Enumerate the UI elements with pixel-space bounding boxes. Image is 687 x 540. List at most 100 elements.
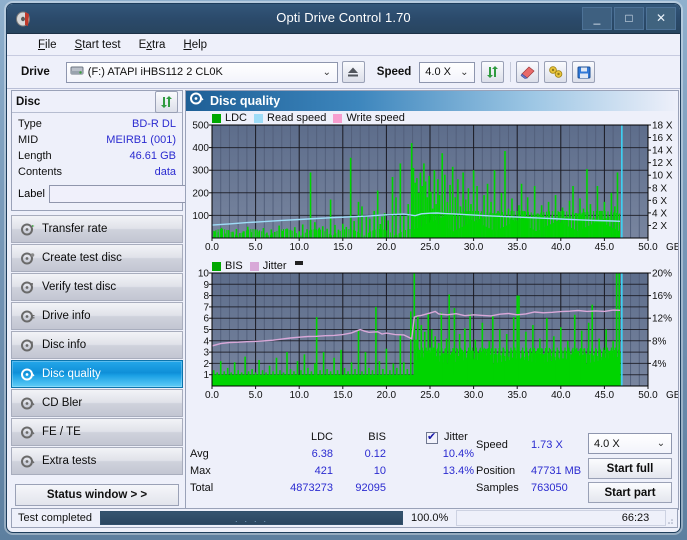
svg-text:5: 5 <box>203 325 209 336</box>
status-message: Test completed <box>18 512 92 524</box>
svg-text:2: 2 <box>203 359 209 370</box>
stats-header-ldc: LDC <box>293 431 333 443</box>
stats-speed-select[interactable]: 4.0 X ⌄ <box>588 433 672 454</box>
eject-button[interactable] <box>342 61 365 83</box>
panel-header: Disc quality <box>186 91 678 111</box>
svg-text:30.0: 30.0 <box>464 242 484 253</box>
sidebar-item-label: Transfer rate <box>42 223 107 235</box>
svg-text:12%: 12% <box>652 314 672 325</box>
svg-text:25.0: 25.0 <box>420 242 440 253</box>
chevron-down-icon: ⌄ <box>458 67 470 78</box>
stats-row-label-total: Total <box>190 482 213 494</box>
sidebar-item-fe-te[interactable]: FE / TE <box>11 418 183 446</box>
erase-button[interactable] <box>516 61 539 83</box>
sidebar-item-cd-bler[interactable]: CD Bler <box>11 389 183 417</box>
jitter-checkbox[interactable] <box>426 432 438 444</box>
top-chart-plot[interactable]: 1002003004005002 X4 X6 X8 X10 X12 X14 X1… <box>186 111 678 256</box>
status-window-button[interactable]: Status window > > <box>15 484 179 506</box>
disc-length-label: Length <box>18 148 80 164</box>
svg-text:40.0: 40.0 <box>551 242 571 253</box>
stats-avg-jitter: 10.4% <box>426 448 474 460</box>
disc-quality-icon <box>18 368 38 381</box>
menu-extra[interactable]: Extra <box>130 37 175 53</box>
svg-text:4%: 4% <box>652 359 667 370</box>
disc-box-title: Disc <box>16 96 155 108</box>
menu-help[interactable]: Help <box>174 37 216 53</box>
stats-avg-bis: 0.12 <box>346 448 386 460</box>
sidebar-item-label: Disc info <box>42 339 86 351</box>
stats-samples-value: 763050 <box>531 482 568 494</box>
disc-contents-label: Contents <box>18 164 80 180</box>
svg-text:10: 10 <box>198 269 210 280</box>
maximize-button[interactable]: □ <box>614 7 644 30</box>
start-full-button[interactable]: Start full <box>588 458 672 479</box>
menu-start-test[interactable]: Start test <box>66 37 130 53</box>
svg-text:4: 4 <box>203 336 209 347</box>
disc-burn-icon <box>18 252 38 265</box>
left-panel: Disc Type BD-R DL MID MEIRB1 (001) <box>11 90 183 510</box>
svg-text:10 X: 10 X <box>652 171 673 182</box>
disc-quality-icon <box>190 92 204 110</box>
chevron-down-icon: ⌄ <box>321 67 333 78</box>
eject-icon <box>346 66 360 78</box>
disc-test-icon <box>18 223 38 236</box>
progress-percent: 100.0% <box>411 512 448 524</box>
panel-title: Disc quality <box>210 94 280 108</box>
disc-refresh-button[interactable] <box>155 91 178 113</box>
disc-properties: Type BD-R DL MID MEIRB1 (001) Length 46.… <box>12 113 182 210</box>
save-button[interactable] <box>572 61 595 83</box>
minimize-button[interactable]: _ <box>582 7 612 30</box>
sidebar-item-drive-info[interactable]: Drive info <box>11 302 183 330</box>
svg-text:1: 1 <box>203 370 209 381</box>
sidebar-item-verify-test-disc[interactable]: Verify test disc <box>11 273 183 301</box>
refresh-icon <box>159 95 174 109</box>
hdd-icon <box>70 65 84 80</box>
stats-speed-select-value: 4.0 X <box>594 438 620 450</box>
statistics-panel: LDC BIS Jitter Avg 6.38 0.12 10.4% Max 4… <box>186 429 678 509</box>
svg-text:6 X: 6 X <box>652 196 667 207</box>
menu-file[interactable]: FFileile <box>29 37 66 53</box>
disc-type-value: BD-R DL <box>80 116 176 132</box>
svg-text:0.0: 0.0 <box>205 242 219 253</box>
sidebar-item-create-test-disc[interactable]: Create test disc <box>11 244 183 272</box>
svg-text:35.0: 35.0 <box>507 390 527 401</box>
progress-bar: · · · · <box>100 511 403 525</box>
stats-speed-value: 1.73 X <box>531 439 563 451</box>
stats-speed-label: Speed <box>476 439 508 451</box>
sidebar-item-label: Verify test disc <box>42 281 116 293</box>
svg-text:GB: GB <box>666 242 678 253</box>
wrench-icon <box>548 65 564 79</box>
stats-header-jitter: Jitter <box>444 431 468 443</box>
window-controls: _ □ ✕ <box>582 7 676 30</box>
resize-grip-icon[interactable] <box>664 515 674 525</box>
sidebar-item-extra-tests[interactable]: Extra tests <box>11 447 183 475</box>
svg-text:10.0: 10.0 <box>289 242 309 253</box>
svg-text:35.0: 35.0 <box>507 242 527 253</box>
refresh-button[interactable] <box>481 61 504 83</box>
sidebar-item-label: Drive info <box>42 310 91 322</box>
status-bar: Test completed · · · · 100.0% 66:23 <box>11 508 678 528</box>
speed-select[interactable]: 4.0 X ⌄ <box>419 62 475 83</box>
stats-position-value: 47731 MB <box>531 465 581 477</box>
svg-text:50.0: 50.0 <box>638 390 658 401</box>
drive-select[interactable]: (F:) ATAPI iHBS112 2 CL0K ⌄ <box>66 62 338 83</box>
disc-extra-icon <box>18 455 38 468</box>
svg-text:15.0: 15.0 <box>333 390 353 401</box>
nav-button-list: Transfer rate Create test disc Verify te… <box>11 215 183 475</box>
svg-text:45.0: 45.0 <box>595 390 615 401</box>
settings-button[interactable] <box>544 61 567 83</box>
sidebar-item-disc-quality[interactable]: Disc quality <box>11 360 183 388</box>
drive-label: Drive <box>21 66 50 78</box>
close-button[interactable]: ✕ <box>646 7 676 30</box>
start-part-button[interactable]: Start part <box>588 482 672 503</box>
sidebar-item-transfer-rate[interactable]: Transfer rate <box>11 215 183 243</box>
sidebar-item-disc-info[interactable]: Disc info <box>11 331 183 359</box>
sidebar-item-label: CD Bler <box>42 397 82 409</box>
app-root: Opti Drive Control 1.70 _ □ ✕ FFileile S… <box>0 0 687 540</box>
svg-text:20.0: 20.0 <box>377 390 397 401</box>
bottom-chart-plot[interactable]: 123456789104%8%12%16%20%0.05.010.015.020… <box>186 259 678 404</box>
stats-max-ldc: 421 <box>293 465 333 477</box>
window-title: Opti Drive Control 1.70 <box>7 10 680 25</box>
disc-label-row: Label <box>18 183 176 205</box>
disc-box-header: Disc <box>12 91 182 113</box>
